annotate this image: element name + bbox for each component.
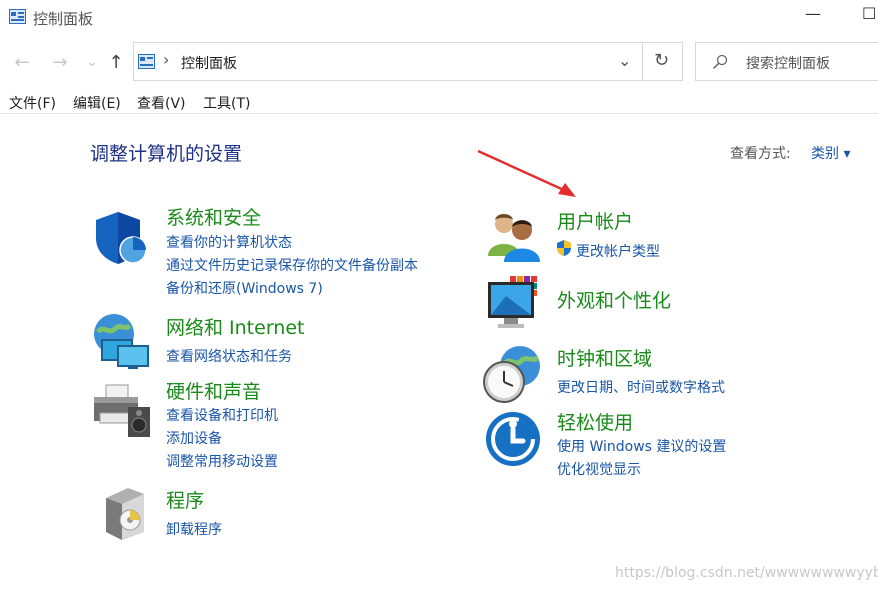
- link-add-device[interactable]: 添加设备: [166, 428, 222, 448]
- link-devices-printers[interactable]: 查看设备和打印机: [166, 405, 278, 425]
- programs-icon[interactable]: [98, 486, 150, 542]
- menubar-divider: [0, 113, 878, 114]
- view-by-dropdown[interactable]: 类别 ▾: [811, 143, 850, 163]
- uac-shield-icon: [557, 240, 571, 256]
- control-panel-app-icon: [9, 9, 26, 24]
- link-uninstall-program[interactable]: 卸载程序: [166, 519, 222, 539]
- search-box[interactable]: 搜索控制面板: [695, 42, 878, 81]
- link-optimize-visual-display[interactable]: 优化视觉显示: [557, 459, 641, 479]
- window-title: 控制面板: [33, 10, 94, 28]
- link-backup-restore[interactable]: 备份和还原(Windows 7): [166, 278, 323, 298]
- appearance-monitor-icon[interactable]: [486, 274, 546, 332]
- back-button[interactable]: ←: [12, 52, 32, 73]
- link-file-history-backup[interactable]: 通过文件历史记录保存你的文件备份副本: [166, 255, 418, 275]
- address-bar[interactable]: › 控制面板 ⌄: [133, 42, 643, 81]
- shield-icon[interactable]: [92, 208, 150, 266]
- ease-of-access-icon[interactable]: [485, 411, 541, 467]
- menu-view[interactable]: 查看(V): [137, 93, 186, 113]
- menu-edit[interactable]: 编辑(E): [73, 93, 121, 113]
- recent-locations-button[interactable]: ⌄: [82, 54, 102, 70]
- link-network-status[interactable]: 查看网络状态和任务: [166, 346, 292, 366]
- refresh-button[interactable]: ↻: [643, 42, 683, 81]
- category-programs[interactable]: 程序: [166, 486, 204, 513]
- network-globe-icon[interactable]: [90, 310, 152, 372]
- printer-icon[interactable]: [92, 383, 154, 439]
- control-panel-icon: [138, 54, 155, 69]
- user-accounts-icon[interactable]: [484, 210, 544, 262]
- view-by-label: 查看方式:: [730, 146, 791, 162]
- link-check-computer-status[interactable]: 查看你的计算机状态: [166, 232, 292, 252]
- breadcrumb-chevron-icon[interactable]: ›: [163, 50, 169, 69]
- breadcrumb-control-panel[interactable]: 控制面板: [181, 53, 237, 73]
- annotation-arrow: [477, 149, 576, 197]
- category-clock-region[interactable]: 时钟和区域: [557, 344, 652, 371]
- page-title: 调整计算机的设置: [90, 143, 243, 165]
- forward-button[interactable]: →: [50, 52, 70, 73]
- refresh-icon: ↻: [654, 50, 670, 71]
- maximize-button[interactable]: ☐: [862, 4, 876, 23]
- category-user-accounts[interactable]: 用户帐户: [557, 207, 633, 234]
- menu-tools[interactable]: 工具(T): [203, 93, 250, 113]
- minimize-button[interactable]: —: [805, 4, 821, 23]
- link-change-account-type[interactable]: 更改帐户类型: [576, 241, 660, 261]
- category-hardware-sound[interactable]: 硬件和声音: [166, 377, 261, 404]
- category-network-internet[interactable]: 网络和 Internet: [166, 313, 304, 340]
- menu-file[interactable]: 文件(F): [9, 93, 56, 113]
- link-mobility-settings[interactable]: 调整常用移动设置: [166, 451, 278, 471]
- watermark-url: https://blog.csdn.net/wwwwwwwwyyb: [615, 565, 878, 581]
- category-ease-of-access[interactable]: 轻松使用: [557, 408, 633, 435]
- category-system-security[interactable]: 系统和安全: [166, 203, 261, 230]
- link-windows-recommended-settings[interactable]: 使用 Windows 建议的设置: [557, 436, 726, 456]
- search-placeholder: 搜索控制面板: [746, 56, 830, 72]
- clock-globe-icon[interactable]: [482, 344, 544, 406]
- search-icon: [712, 54, 728, 70]
- category-appearance[interactable]: 外观和个性化: [557, 286, 671, 313]
- address-dropdown-icon[interactable]: ⌄: [618, 51, 631, 70]
- link-change-date-time-format[interactable]: 更改日期、时间或数字格式: [557, 377, 725, 397]
- up-button[interactable]: ↑: [106, 52, 126, 73]
